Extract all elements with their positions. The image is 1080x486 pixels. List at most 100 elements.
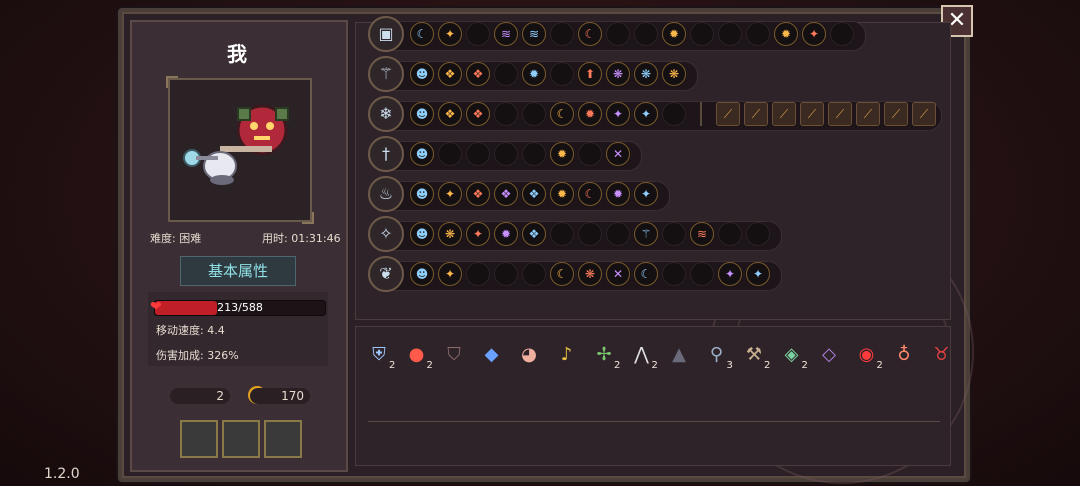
skill-chip[interactable]: ✦: [634, 102, 658, 126]
wand-upgrade-icon[interactable]: ⟋: [884, 102, 908, 126]
skill-chip[interactable]: ❋: [578, 262, 602, 286]
hood-icon[interactable]: ▲: [666, 342, 692, 368]
empty-skill-slot[interactable]: [466, 262, 490, 286]
skill-chip[interactable]: ☻: [410, 262, 434, 286]
wand-upgrade-icon[interactable]: ⟋: [716, 102, 740, 126]
skill-chip[interactable]: ☻: [410, 182, 434, 206]
skill-chip[interactable]: ✦: [634, 182, 658, 206]
wand-upgrade-icon[interactable]: ⟋: [772, 102, 796, 126]
skill-chip[interactable]: ☾: [634, 262, 658, 286]
empty-skill-slot[interactable]: [718, 222, 742, 246]
skill-chip[interactable]: ✕: [606, 142, 630, 166]
nature-staff-icon[interactable]: ❦: [368, 256, 404, 292]
empty-skill-slot[interactable]: [438, 142, 462, 166]
skill-chip[interactable]: ❋: [438, 222, 462, 246]
skill-chip[interactable]: ✦: [746, 262, 770, 286]
skill-chip[interactable]: ❖: [466, 182, 490, 206]
skill-chip[interactable]: ☾: [550, 102, 574, 126]
skill-chip[interactable]: ☻: [410, 142, 434, 166]
skill-chip[interactable]: ✦: [438, 262, 462, 286]
skill-chip[interactable]: ❖: [438, 102, 462, 126]
demon-mask-icon[interactable]: ♉: [929, 342, 955, 368]
empty-skill-slot[interactable]: [522, 102, 546, 126]
skill-chip[interactable]: ⬆: [578, 62, 602, 86]
skill-chip[interactable]: ☻: [410, 62, 434, 86]
empty-skill-slot[interactable]: [550, 62, 574, 86]
empty-skill-slot[interactable]: [494, 262, 518, 286]
skill-chip[interactable]: ✹: [494, 222, 518, 246]
wand-upgrade-icon[interactable]: ⟋: [828, 102, 852, 126]
empty-skill-slot[interactable]: [578, 142, 602, 166]
empty-skill-slot[interactable]: [606, 22, 630, 46]
skill-chip[interactable]: ✹: [550, 182, 574, 206]
skill-chip[interactable]: ✹: [522, 62, 546, 86]
skill-chip[interactable]: ☾: [578, 182, 602, 206]
empty-skill-slot[interactable]: [494, 62, 518, 86]
skill-chip[interactable]: ✹: [578, 102, 602, 126]
empty-skill-slot[interactable]: [550, 22, 574, 46]
skill-chip[interactable]: ✹: [550, 142, 574, 166]
potion-icon[interactable]: ♁: [891, 342, 917, 368]
skill-chip[interactable]: ✹: [662, 22, 686, 46]
empty-skill-slot[interactable]: [662, 262, 686, 286]
wand-upgrade-icon[interactable]: ⟋: [744, 102, 768, 126]
skill-chip[interactable]: ❖: [494, 182, 518, 206]
skill-chip[interactable]: ≋: [690, 222, 714, 246]
skill-chip[interactable]: ✦: [718, 262, 742, 286]
empty-skill-slot[interactable]: [466, 22, 490, 46]
skill-chip[interactable]: ✦: [802, 22, 826, 46]
empty-skill-slot[interactable]: [494, 102, 518, 126]
empty-skill-slot[interactable]: [662, 222, 686, 246]
empty-skill-slot[interactable]: [550, 222, 574, 246]
skill-chip[interactable]: ✹: [606, 182, 630, 206]
equipment-slot-3[interactable]: [264, 420, 302, 458]
equipment-slot-1[interactable]: [180, 420, 218, 458]
skill-chip[interactable]: ≋: [522, 22, 546, 46]
empty-skill-slot[interactable]: [718, 22, 742, 46]
skill-chip[interactable]: ≋: [494, 22, 518, 46]
skill-chip[interactable]: ❋: [662, 62, 686, 86]
skill-chip[interactable]: ☻: [410, 222, 434, 246]
skill-chip[interactable]: ✕: [606, 262, 630, 286]
fire-staff-icon[interactable]: ♨: [368, 176, 404, 212]
skill-chip[interactable]: ⚚: [634, 222, 658, 246]
empty-skill-slot[interactable]: [606, 222, 630, 246]
drop-icon[interactable]: ◆: [479, 342, 505, 368]
skill-chip[interactable]: ❖: [522, 222, 546, 246]
wand-upgrade-icon[interactable]: ⟋: [912, 102, 936, 126]
empty-skill-slot[interactable]: [662, 102, 686, 126]
empty-skill-slot[interactable]: [690, 22, 714, 46]
empty-skill-slot[interactable]: [522, 142, 546, 166]
skill-chip[interactable]: ✦: [606, 102, 630, 126]
skill-chip[interactable]: ✦: [438, 22, 462, 46]
skill-chip[interactable]: ❖: [438, 62, 462, 86]
skill-chip[interactable]: ❖: [466, 102, 490, 126]
skill-chip[interactable]: ☾: [410, 22, 434, 46]
skill-chip[interactable]: ✹: [774, 22, 798, 46]
chest-icon[interactable]: ▣: [368, 16, 404, 52]
skill-chip[interactable]: ✦: [438, 182, 462, 206]
empty-skill-slot[interactable]: [522, 262, 546, 286]
skill-chip[interactable]: ☾: [550, 262, 574, 286]
equipment-slot-2[interactable]: [222, 420, 260, 458]
bell-icon[interactable]: ♪: [554, 342, 580, 368]
basic-attributes-tab[interactable]: 基本属性: [180, 256, 296, 286]
ice-staff-icon[interactable]: ❄: [368, 96, 404, 132]
empty-skill-slot[interactable]: [578, 222, 602, 246]
sceptre-icon[interactable]: ⚚: [368, 56, 404, 92]
empty-skill-slot[interactable]: [634, 22, 658, 46]
empty-skill-slot[interactable]: [466, 142, 490, 166]
empty-skill-slot[interactable]: [830, 22, 854, 46]
crystal-icon[interactable]: ◇: [816, 342, 842, 368]
wand-upgrade-icon[interactable]: ⟋: [800, 102, 824, 126]
skill-chip[interactable]: ❋: [606, 62, 630, 86]
cloak-icon[interactable]: ⛉: [441, 342, 467, 368]
dagger-icon[interactable]: †: [368, 136, 404, 172]
empty-skill-slot[interactable]: [690, 262, 714, 286]
skill-chip[interactable]: ☻: [410, 102, 434, 126]
skill-chip[interactable]: ❖: [522, 182, 546, 206]
wand-upgrade-icon[interactable]: ⟋: [856, 102, 880, 126]
empty-skill-slot[interactable]: [746, 222, 770, 246]
skill-chip[interactable]: ❋: [634, 62, 658, 86]
skill-chip[interactable]: ✦: [466, 222, 490, 246]
